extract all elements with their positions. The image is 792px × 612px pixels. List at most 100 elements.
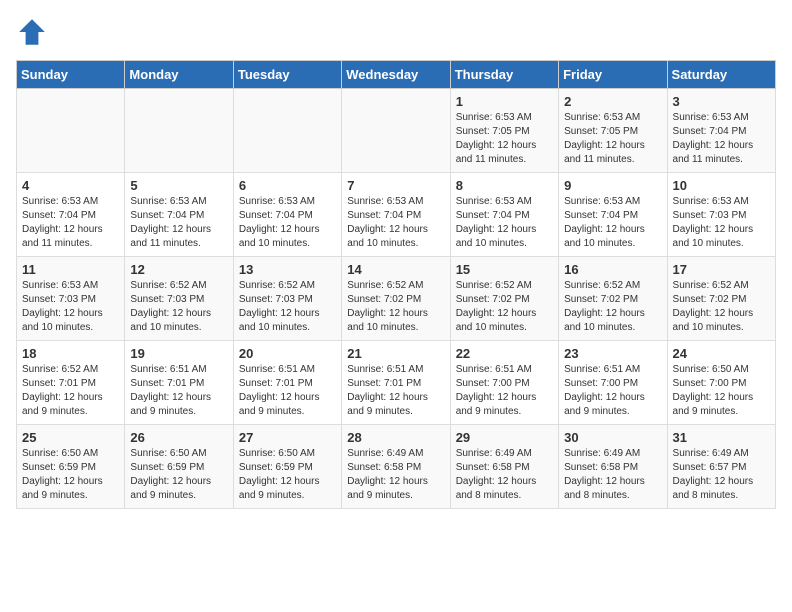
- day-info: Sunrise: 6:53 AM Sunset: 7:03 PM Dayligh…: [22, 279, 119, 335]
- day-number: 22: [456, 346, 553, 361]
- day-number: 26: [130, 430, 227, 445]
- day-number: 27: [239, 430, 336, 445]
- day-number: 21: [347, 346, 444, 361]
- calendar-cell: 22 Sunrise: 6:51 AM Sunset: 7:00 PM Dayli…: [450, 341, 558, 425]
- day-info: Sunrise: 6:53 AM Sunset: 7:03 PM Dayligh…: [673, 195, 770, 251]
- day-number: 28: [347, 430, 444, 445]
- calendar-cell: 5 Sunrise: 6:53 AM Sunset: 7:04 PM Daylig…: [125, 173, 233, 257]
- calendar-cell: 7Sunrise: 6:53 AM Sunset: 7:04 PM Daylig…: [342, 173, 450, 257]
- day-info: Sunrise: 6:53 AM Sunset: 7:04 PM Dayligh…: [456, 195, 553, 251]
- calendar-cell: 13 Sunrise: 6:52 AM Sunset: 7:03 PM Dayli…: [233, 257, 341, 341]
- day-info: Sunrise: 6:50 AM Sunset: 7:00 PM Dayligh…: [673, 363, 770, 419]
- day-number: 18: [22, 346, 119, 361]
- calendar-cell: 27 Sunrise: 6:50 AM Sunset: 6:59 PM Dayli…: [233, 425, 341, 509]
- calendar-cell: 12 Sunrise: 6:52 AM Sunset: 7:03 PM Dayli…: [125, 257, 233, 341]
- day-info: Sunrise: 6:49 AM Sunset: 6:57 PM Dayligh…: [673, 447, 770, 503]
- calendar-cell: 23 Sunrise: 6:51 AM Sunset: 7:00 PM Dayli…: [559, 341, 667, 425]
- day-info: Sunrise: 6:52 AM Sunset: 7:02 PM Dayligh…: [564, 279, 661, 335]
- day-info: Sunrise: 6:53 AM Sunset: 7:04 PM Dayligh…: [130, 195, 227, 251]
- calendar-cell: 10 Sunrise: 6:53 AM Sunset: 7:03 PM Dayli…: [667, 173, 775, 257]
- calendar-cell: 25Sunrise: 6:50 AM Sunset: 6:59 PM Dayli…: [17, 425, 125, 509]
- day-info: Sunrise: 6:51 AM Sunset: 7:00 PM Dayligh…: [456, 363, 553, 419]
- calendar-cell: 28 Sunrise: 6:49 AM Sunset: 6:58 PM Dayli…: [342, 425, 450, 509]
- calendar-cell: 3 Sunrise: 6:53 AM Sunset: 7:04 PM Daylig…: [667, 89, 775, 173]
- calendar-cell: [17, 89, 125, 173]
- header-wednesday: Wednesday: [342, 61, 450, 89]
- day-number: 13: [239, 262, 336, 277]
- day-info: Sunrise: 6:51 AM Sunset: 7:01 PM Dayligh…: [130, 363, 227, 419]
- calendar-cell: 26 Sunrise: 6:50 AM Sunset: 6:59 PM Dayli…: [125, 425, 233, 509]
- day-number: 30: [564, 430, 661, 445]
- calendar-cell: 16 Sunrise: 6:52 AM Sunset: 7:02 PM Dayli…: [559, 257, 667, 341]
- calendar-cell: 24 Sunrise: 6:50 AM Sunset: 7:00 PM Dayli…: [667, 341, 775, 425]
- header-monday: Monday: [125, 61, 233, 89]
- calendar-body: 1 Sunrise: 6:53 AM Sunset: 7:05 PM Daylig…: [17, 89, 776, 509]
- calendar-cell: 14 Sunrise: 6:52 AM Sunset: 7:02 PM Dayli…: [342, 257, 450, 341]
- calendar-week-2: 4Sunrise: 6:53 AM Sunset: 7:04 PM Daylig…: [17, 173, 776, 257]
- day-number: 15: [456, 262, 553, 277]
- calendar-cell: 2Sunrise: 6:53 AM Sunset: 7:05 PM Daylig…: [559, 89, 667, 173]
- day-info: Sunrise: 6:52 AM Sunset: 7:01 PM Dayligh…: [22, 363, 119, 419]
- calendar-cell: 11 Sunrise: 6:53 AM Sunset: 7:03 PM Dayli…: [17, 257, 125, 341]
- logo: [16, 16, 52, 48]
- header-thursday: Thursday: [450, 61, 558, 89]
- calendar-cell: 21 Sunrise: 6:51 AM Sunset: 7:01 PM Dayli…: [342, 341, 450, 425]
- day-info: Sunrise: 6:49 AM Sunset: 6:58 PM Dayligh…: [347, 447, 444, 503]
- day-info: Sunrise: 6:52 AM Sunset: 7:03 PM Dayligh…: [130, 279, 227, 335]
- day-number: 5: [130, 178, 227, 193]
- day-info: Sunrise: 6:53 AM Sunset: 7:04 PM Dayligh…: [239, 195, 336, 251]
- day-number: 17: [673, 262, 770, 277]
- day-info: Sunrise: 6:52 AM Sunset: 7:02 PM Dayligh…: [347, 279, 444, 335]
- day-info: Sunrise: 6:50 AM Sunset: 6:59 PM Dayligh…: [239, 447, 336, 503]
- day-info: Sunrise: 6:51 AM Sunset: 7:01 PM Dayligh…: [347, 363, 444, 419]
- day-info: Sunrise: 6:53 AM Sunset: 7:04 PM Dayligh…: [673, 111, 770, 167]
- calendar-week-5: 25Sunrise: 6:50 AM Sunset: 6:59 PM Dayli…: [17, 425, 776, 509]
- calendar-week-3: 11 Sunrise: 6:53 AM Sunset: 7:03 PM Dayli…: [17, 257, 776, 341]
- calendar-cell: 29 Sunrise: 6:49 AM Sunset: 6:58 PM Dayli…: [450, 425, 558, 509]
- day-number: 14: [347, 262, 444, 277]
- day-info: Sunrise: 6:49 AM Sunset: 6:58 PM Dayligh…: [564, 447, 661, 503]
- day-number: 23: [564, 346, 661, 361]
- day-info: Sunrise: 6:49 AM Sunset: 6:58 PM Dayligh…: [456, 447, 553, 503]
- header-saturday: Saturday: [667, 61, 775, 89]
- day-number: 29: [456, 430, 553, 445]
- day-info: Sunrise: 6:53 AM Sunset: 7:04 PM Dayligh…: [22, 195, 119, 251]
- calendar-cell: 19 Sunrise: 6:51 AM Sunset: 7:01 PM Dayli…: [125, 341, 233, 425]
- day-info: Sunrise: 6:50 AM Sunset: 6:59 PM Dayligh…: [130, 447, 227, 503]
- day-info: Sunrise: 6:53 AM Sunset: 7:05 PM Dayligh…: [456, 111, 553, 167]
- calendar-cell: 17 Sunrise: 6:52 AM Sunset: 7:02 PM Dayli…: [667, 257, 775, 341]
- calendar-cell: 31Sunrise: 6:49 AM Sunset: 6:57 PM Dayli…: [667, 425, 775, 509]
- day-number: 19: [130, 346, 227, 361]
- calendar-week-4: 18 Sunrise: 6:52 AM Sunset: 7:01 PM Dayli…: [17, 341, 776, 425]
- calendar-cell: [233, 89, 341, 173]
- calendar-cell: 20 Sunrise: 6:51 AM Sunset: 7:01 PM Dayli…: [233, 341, 341, 425]
- day-info: Sunrise: 6:53 AM Sunset: 7:04 PM Dayligh…: [564, 195, 661, 251]
- day-info: Sunrise: 6:51 AM Sunset: 7:00 PM Dayligh…: [564, 363, 661, 419]
- day-info: Sunrise: 6:51 AM Sunset: 7:01 PM Dayligh…: [239, 363, 336, 419]
- page-header: [16, 16, 776, 48]
- day-number: 24: [673, 346, 770, 361]
- day-number: 12: [130, 262, 227, 277]
- day-number: 10: [673, 178, 770, 193]
- calendar-cell: 9 Sunrise: 6:53 AM Sunset: 7:04 PM Daylig…: [559, 173, 667, 257]
- day-number: 1: [456, 94, 553, 109]
- day-number: 11: [22, 262, 119, 277]
- header-tuesday: Tuesday: [233, 61, 341, 89]
- calendar-table: SundayMondayTuesdayWednesdayThursdayFrid…: [16, 60, 776, 509]
- day-number: 3: [673, 94, 770, 109]
- header-friday: Friday: [559, 61, 667, 89]
- day-info: Sunrise: 6:53 AM Sunset: 7:05 PM Dayligh…: [564, 111, 661, 167]
- calendar-cell: 30 Sunrise: 6:49 AM Sunset: 6:58 PM Dayli…: [559, 425, 667, 509]
- day-number: 6: [239, 178, 336, 193]
- day-info: Sunrise: 6:52 AM Sunset: 7:03 PM Dayligh…: [239, 279, 336, 335]
- day-number: 9: [564, 178, 661, 193]
- day-info: Sunrise: 6:52 AM Sunset: 7:02 PM Dayligh…: [456, 279, 553, 335]
- day-number: 16: [564, 262, 661, 277]
- day-number: 20: [239, 346, 336, 361]
- calendar-week-1: 1 Sunrise: 6:53 AM Sunset: 7:05 PM Daylig…: [17, 89, 776, 173]
- calendar-header: SundayMondayTuesdayWednesdayThursdayFrid…: [17, 61, 776, 89]
- day-info: Sunrise: 6:52 AM Sunset: 7:02 PM Dayligh…: [673, 279, 770, 335]
- day-number: 7: [347, 178, 444, 193]
- day-info: Sunrise: 6:50 AM Sunset: 6:59 PM Dayligh…: [22, 447, 119, 503]
- calendar-cell: 18 Sunrise: 6:52 AM Sunset: 7:01 PM Dayli…: [17, 341, 125, 425]
